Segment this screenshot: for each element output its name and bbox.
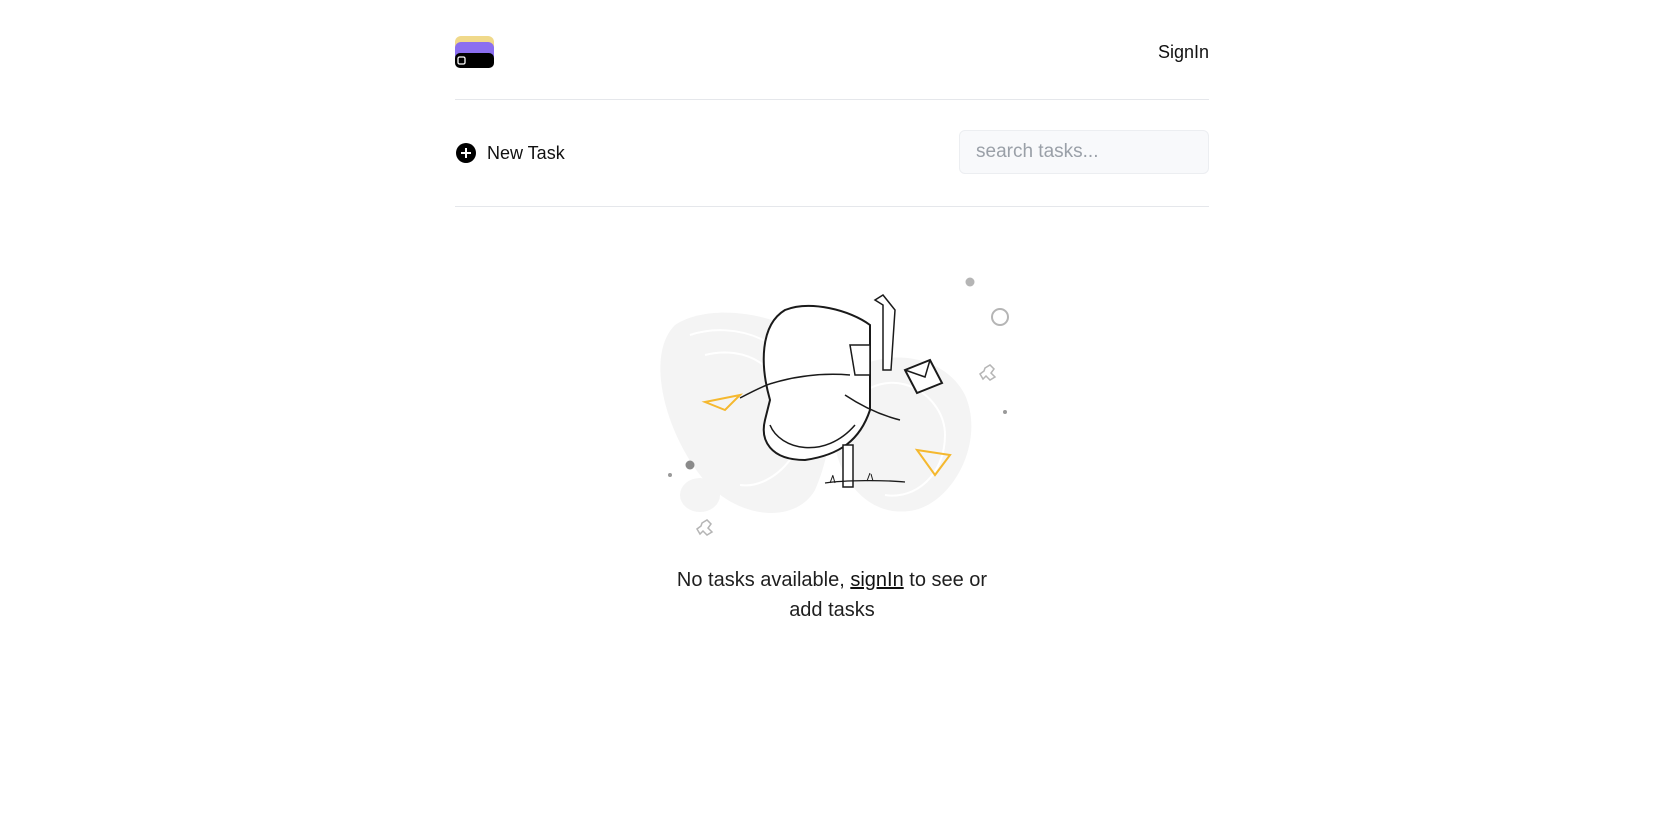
empty-mailbox-illustration — [660, 277, 1009, 536]
empty-message-prefix: No tasks available, — [676, 569, 851, 591]
top-header: SignIn — [455, 0, 1209, 100]
app-logo[interactable] — [455, 36, 494, 68]
task-toolbar: New Task — [455, 100, 1209, 207]
signin-inline-link[interactable]: signIn — [850, 569, 903, 591]
page-container: SignIn New Task search tasks... No tasks… — [455, 0, 1209, 621]
plus-circle-icon — [456, 143, 476, 163]
search-input[interactable] — [959, 130, 1209, 174]
new-task-label: New Task — [487, 142, 565, 163]
empty-state-message: No tasks available, signIn to see or add… — [667, 565, 997, 625]
signin-link[interactable]: SignIn — [1158, 42, 1209, 63]
new-task-button[interactable]: New Task — [455, 142, 565, 164]
